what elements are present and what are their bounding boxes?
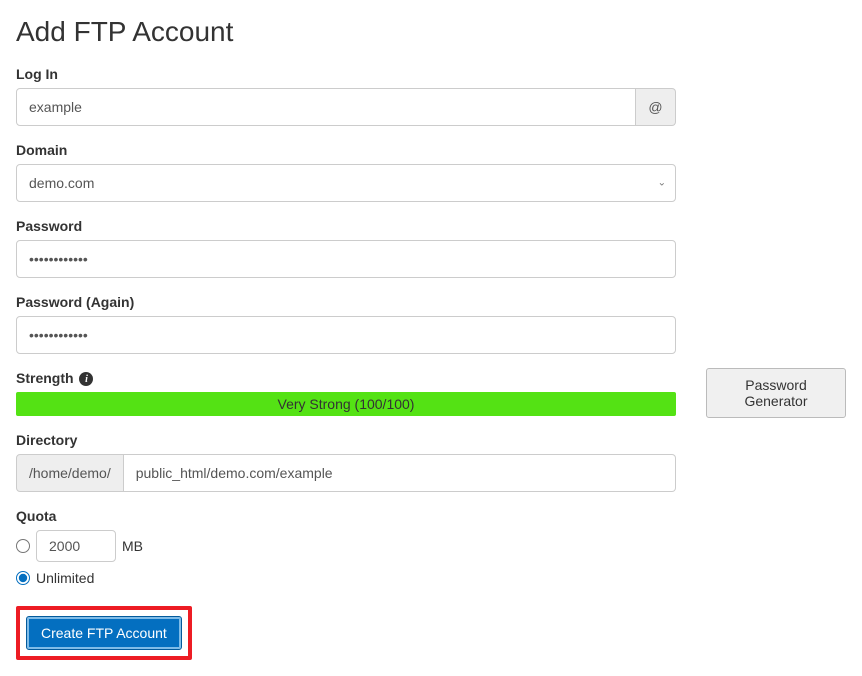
strength-label: Strength i — [16, 370, 676, 386]
page-title: Add FTP Account — [16, 16, 676, 48]
password-input[interactable] — [16, 240, 676, 278]
domain-select[interactable]: demo.com — [16, 164, 676, 202]
password-generator-button[interactable]: Password Generator — [706, 368, 846, 418]
password-label: Password — [16, 218, 676, 234]
domain-label: Domain — [16, 142, 676, 158]
password-again-input[interactable] — [16, 316, 676, 354]
quota-input[interactable] — [36, 530, 116, 562]
login-label: Log In — [16, 66, 676, 82]
directory-label: Directory — [16, 432, 676, 448]
directory-prefix: /home/demo/ — [16, 454, 124, 492]
login-input[interactable] — [16, 88, 636, 126]
quota-unit: MB — [122, 538, 143, 554]
strength-bar: Very Strong (100/100) — [16, 392, 676, 416]
password-again-label: Password (Again) — [16, 294, 676, 310]
quota-radio-unlimited[interactable] — [16, 571, 30, 585]
login-addon-at: @ — [636, 88, 676, 126]
create-button-highlight: Create FTP Account — [16, 606, 192, 660]
quota-unlimited-label: Unlimited — [36, 570, 94, 586]
quota-radio-limited[interactable] — [16, 539, 30, 553]
quota-label: Quota — [16, 508, 676, 524]
create-ftp-button[interactable]: Create FTP Account — [26, 616, 182, 650]
info-icon: i — [79, 372, 93, 386]
directory-input[interactable] — [124, 454, 676, 492]
